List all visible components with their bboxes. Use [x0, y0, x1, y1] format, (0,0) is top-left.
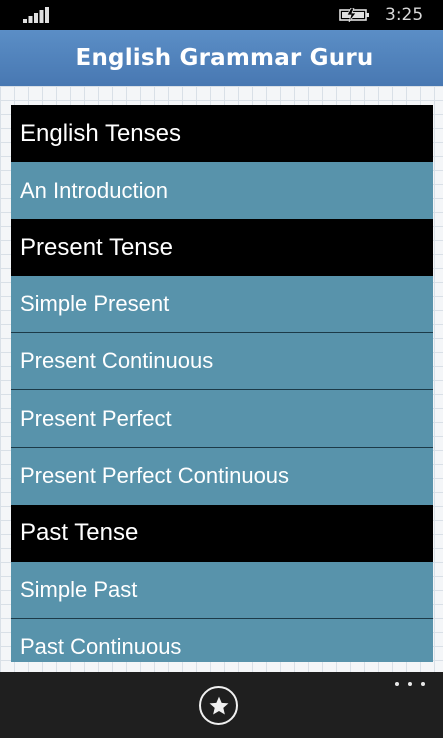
app-bar	[0, 672, 443, 738]
topic-list[interactable]: English Tenses An Introduction Present Ten…	[11, 105, 433, 662]
more-options-button[interactable]	[395, 678, 425, 690]
topic-item[interactable]: Present Perfect	[11, 390, 433, 448]
topic-item[interactable]: An Introduction	[11, 162, 433, 220]
topic-label: Present Perfect Continuous	[20, 463, 290, 489]
section-label: English Tenses	[20, 119, 181, 147]
ellipsis-icon	[395, 682, 399, 686]
topic-label: Simple Present	[20, 291, 170, 317]
topic-label: An Introduction	[20, 177, 168, 203]
topic-item[interactable]: Present Perfect Continuous	[11, 447, 433, 505]
content-area: English Tenses An Introduction Present Ten…	[0, 86, 443, 672]
topic-item[interactable]: Simple Past	[11, 561, 433, 619]
signal-strength-icon	[23, 7, 49, 23]
topic-label: Past Continuous	[20, 633, 182, 659]
star-icon	[209, 696, 228, 715]
topic-item[interactable]: Present Continuous	[11, 333, 433, 391]
topic-item[interactable]: Past Continuous	[11, 618, 433, 662]
section-label: Present Tense	[20, 233, 173, 261]
status-time: 3:25	[385, 5, 424, 25]
favorites-button[interactable]	[199, 686, 238, 725]
section-header: Past Tense	[11, 504, 433, 562]
ellipsis-icon	[408, 682, 412, 686]
topic-label: Simple Past	[20, 576, 138, 602]
app-header: English Grammar Guru	[0, 30, 443, 86]
section-label: Past Tense	[20, 519, 139, 547]
topic-label: Present Continuous	[20, 348, 214, 374]
app-title: English Grammar Guru	[75, 45, 374, 71]
battery-charging-icon	[339, 8, 369, 22]
topic-label: Present Perfect	[20, 405, 172, 431]
section-header: Present Tense	[11, 219, 433, 277]
topic-item[interactable]: Simple Present	[11, 276, 433, 334]
section-header: English Tenses	[11, 105, 433, 163]
status-bar: 3:25	[0, 0, 443, 30]
ellipsis-icon	[421, 682, 425, 686]
